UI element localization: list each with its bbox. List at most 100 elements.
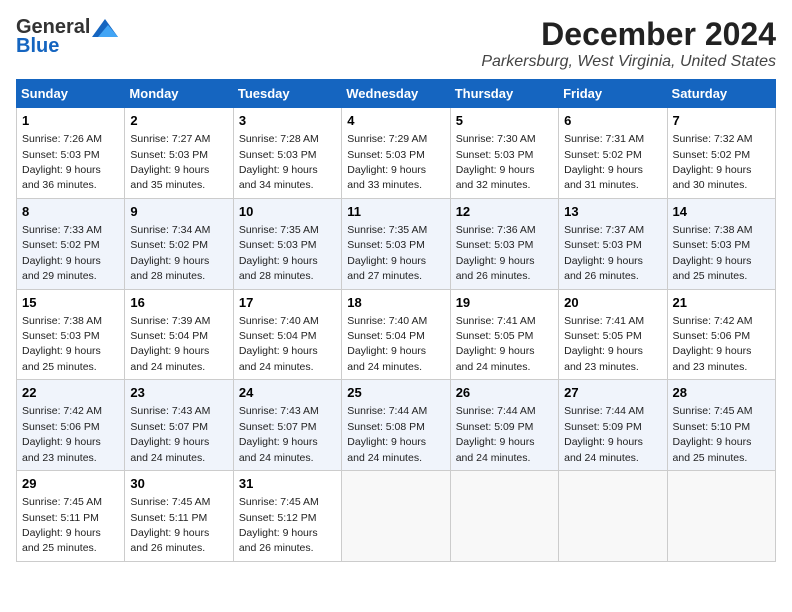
- day-number: 4: [347, 112, 444, 130]
- cell-info-line: and 25 minutes.: [673, 270, 748, 282]
- calendar-cell: 20Sunrise: 7:41 AMSunset: 5:05 PMDayligh…: [559, 289, 667, 380]
- calendar-cell: 27Sunrise: 7:44 AMSunset: 5:09 PMDayligh…: [559, 380, 667, 471]
- cell-info-line: Sunrise: 7:26 AM: [22, 133, 102, 145]
- cell-info-line: Daylight: 9 hours: [130, 255, 209, 267]
- calendar-cell: 18Sunrise: 7:40 AMSunset: 5:04 PMDayligh…: [342, 289, 450, 380]
- cell-info-line: Sunset: 5:03 PM: [347, 239, 425, 251]
- cell-info-line: Daylight: 9 hours: [347, 436, 426, 448]
- cell-info-line: Daylight: 9 hours: [564, 164, 643, 176]
- day-number: 11: [347, 203, 444, 221]
- cell-info-line: and 25 minutes.: [673, 452, 748, 464]
- logo: General Blue: [16, 16, 118, 58]
- cell-info-line: Sunset: 5:07 PM: [239, 421, 317, 433]
- cell-info-line: Sunrise: 7:32 AM: [673, 133, 753, 145]
- day-number: 22: [22, 384, 119, 402]
- cell-info-line: Sunrise: 7:44 AM: [456, 405, 536, 417]
- cell-info-line: Sunrise: 7:40 AM: [239, 315, 319, 327]
- cell-info-line: Daylight: 9 hours: [22, 345, 101, 357]
- calendar-cell: 24Sunrise: 7:43 AMSunset: 5:07 PMDayligh…: [233, 380, 341, 471]
- day-number: 14: [673, 203, 770, 221]
- cell-info-line: Sunrise: 7:43 AM: [239, 405, 319, 417]
- calendar-cell: 26Sunrise: 7:44 AMSunset: 5:09 PMDayligh…: [450, 380, 558, 471]
- calendar-cell: 12Sunrise: 7:36 AMSunset: 5:03 PMDayligh…: [450, 198, 558, 289]
- cell-info-line: Daylight: 9 hours: [130, 345, 209, 357]
- calendar-week-row: 1 Sunrise: 7:26 AM Sunset: 5:03 PM Daylight…: [17, 108, 776, 199]
- cell-info-line: and 24 minutes.: [347, 452, 422, 464]
- calendar-cell: 11Sunrise: 7:35 AMSunset: 5:03 PMDayligh…: [342, 198, 450, 289]
- calendar-cell: 1Sunrise: 7:26 AMSunset: 5:03 PMDaylight…: [17, 108, 125, 199]
- day-number: 17: [239, 294, 336, 312]
- calendar-cell: 17Sunrise: 7:40 AMSunset: 5:04 PMDayligh…: [233, 289, 341, 380]
- cell-info-line: Sunset: 5:12 PM: [239, 512, 317, 524]
- cell-info-line: Sunset: 5:03 PM: [456, 149, 534, 161]
- calendar-cell: 23Sunrise: 7:43 AMSunset: 5:07 PMDayligh…: [125, 380, 233, 471]
- calendar-cell: 28Sunrise: 7:45 AMSunset: 5:10 PMDayligh…: [667, 380, 775, 471]
- day-number: 8: [22, 203, 119, 221]
- day-number: 29: [22, 475, 119, 493]
- cell-info-line: and 23 minutes.: [564, 361, 639, 373]
- calendar-week-row: 29 Sunrise: 7:45 AM Sunset: 5:11 PM Dayligh…: [17, 471, 776, 562]
- calendar-header-row: SundayMondayTuesdayWednesdayThursdayFrid…: [17, 80, 776, 108]
- calendar-week-row: 15Sunrise: 7:38 AMSunset: 5:03 PMDayligh…: [17, 289, 776, 380]
- cell-info-line: and 24 minutes.: [239, 361, 314, 373]
- cell-info-line: Daylight: 9 hours: [239, 527, 318, 539]
- calendar-cell: 16Sunrise: 7:39 AMSunset: 5:04 PMDayligh…: [125, 289, 233, 380]
- day-number: 20: [564, 294, 661, 312]
- calendar-cell: 31Sunrise: 7:45 AMSunset: 5:12 PMDayligh…: [233, 471, 341, 562]
- cell-info-line: Sunset: 5:03 PM: [673, 239, 751, 251]
- title-area: December 2024 Parkersburg, West Virginia…: [481, 16, 776, 71]
- month-title: December 2024: [481, 16, 776, 53]
- day-number: 30: [130, 475, 227, 493]
- cell-info-line: Sunrise: 7:35 AM: [347, 224, 427, 236]
- cell-info-line: Daylight: 9 hours: [673, 164, 752, 176]
- cell-info-line: Sunset: 5:02 PM: [564, 149, 642, 161]
- cell-info-line: Daylight: 9 hours: [22, 436, 101, 448]
- calendar-cell: 7Sunrise: 7:32 AMSunset: 5:02 PMDaylight…: [667, 108, 775, 199]
- cell-info-line: Daylight: 9 hours: [22, 164, 101, 176]
- cell-info-line: Sunset: 5:09 PM: [564, 421, 642, 433]
- cell-info-line: Daylight: 9 hours: [347, 164, 426, 176]
- day-number: 23: [130, 384, 227, 402]
- day-number: 26: [456, 384, 553, 402]
- day-number: 12: [456, 203, 553, 221]
- calendar-cell: 6Sunrise: 7:31 AMSunset: 5:02 PMDaylight…: [559, 108, 667, 199]
- cell-info-line: Sunrise: 7:44 AM: [347, 405, 427, 417]
- cell-info-line: Sunrise: 7:45 AM: [22, 496, 102, 508]
- cell-info-line: and 25 minutes.: [22, 542, 97, 554]
- cell-info-line: Sunset: 5:03 PM: [456, 239, 534, 251]
- calendar-cell: 22 Sunrise: 7:42 AM Sunset: 5:06 PM Dayligh…: [17, 380, 125, 471]
- cell-info-line: Sunset: 5:05 PM: [456, 330, 534, 342]
- cell-info-line: Sunset: 5:10 PM: [673, 421, 751, 433]
- day-number: 2: [130, 112, 227, 130]
- cell-info-line: Sunrise: 7:45 AM: [673, 405, 753, 417]
- header-saturday: Saturday: [667, 80, 775, 108]
- calendar-cell: 9Sunrise: 7:34 AMSunset: 5:02 PMDaylight…: [125, 198, 233, 289]
- calendar-cell: 2Sunrise: 7:27 AMSunset: 5:03 PMDaylight…: [125, 108, 233, 199]
- cell-info-line: Sunset: 5:03 PM: [564, 239, 642, 251]
- day-number: 5: [456, 112, 553, 130]
- cell-info-line: Sunset: 5:11 PM: [22, 512, 99, 524]
- header-friday: Friday: [559, 80, 667, 108]
- calendar-cell: 21Sunrise: 7:42 AMSunset: 5:06 PMDayligh…: [667, 289, 775, 380]
- calendar-cell: 30Sunrise: 7:45 AMSunset: 5:11 PMDayligh…: [125, 471, 233, 562]
- cell-info-line: Daylight: 9 hours: [673, 436, 752, 448]
- cell-info-line: Sunset: 5:08 PM: [347, 421, 425, 433]
- cell-info-line: and 23 minutes.: [22, 452, 97, 464]
- header-thursday: Thursday: [450, 80, 558, 108]
- cell-info-line: Sunrise: 7:27 AM: [130, 133, 210, 145]
- day-number: 21: [673, 294, 770, 312]
- cell-info-line: Sunrise: 7:45 AM: [130, 496, 210, 508]
- cell-info-line: and 31 minutes.: [564, 179, 639, 191]
- header-monday: Monday: [125, 80, 233, 108]
- cell-info-line: Sunrise: 7:40 AM: [347, 315, 427, 327]
- day-number: 7: [673, 112, 770, 130]
- day-number: 1: [22, 112, 119, 130]
- cell-info-line: and 28 minutes.: [130, 270, 205, 282]
- calendar-table: SundayMondayTuesdayWednesdayThursdayFrid…: [16, 79, 776, 562]
- cell-info-line: Sunrise: 7:34 AM: [130, 224, 210, 236]
- cell-info-line: Sunrise: 7:42 AM: [22, 405, 102, 417]
- cell-info-line: Sunrise: 7:37 AM: [564, 224, 644, 236]
- cell-info-line: Sunset: 5:06 PM: [22, 421, 100, 433]
- calendar-cell: 10Sunrise: 7:35 AMSunset: 5:03 PMDayligh…: [233, 198, 341, 289]
- cell-info-line: Sunrise: 7:31 AM: [564, 133, 644, 145]
